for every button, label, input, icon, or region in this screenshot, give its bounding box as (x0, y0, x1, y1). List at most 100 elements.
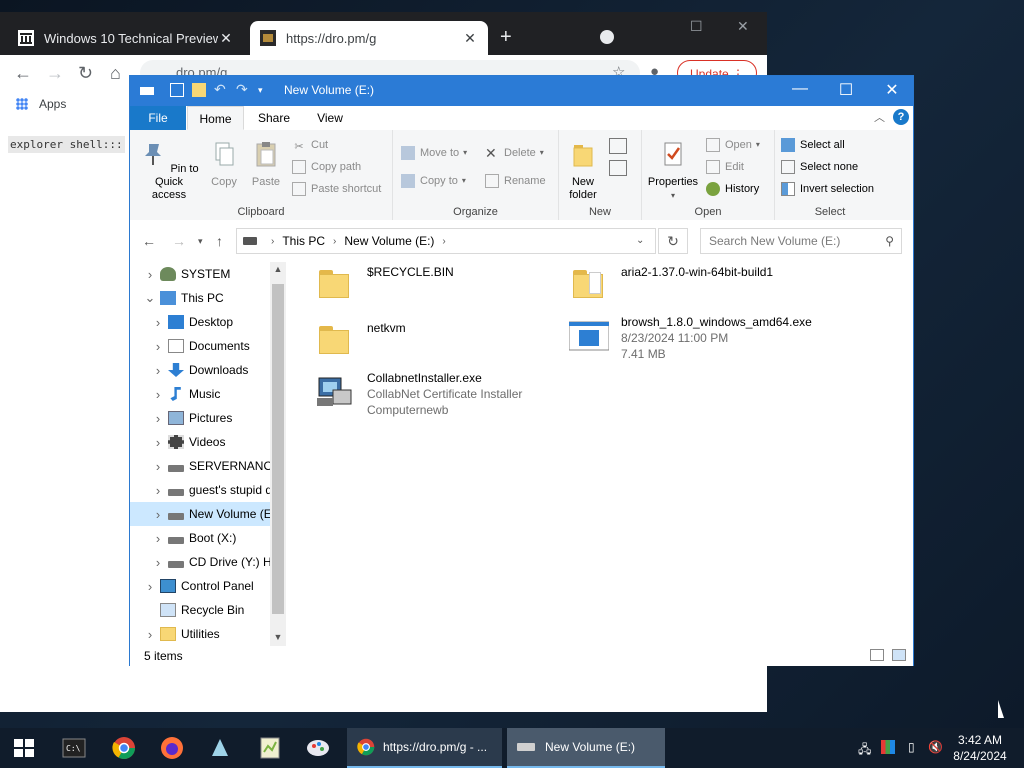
apps-bookmark[interactable]: Apps (39, 97, 66, 111)
windows-start-icon[interactable] (12, 736, 36, 760)
tree-item-pictures[interactable]: › Pictures (130, 406, 270, 430)
network-icon[interactable]: 🖧 (858, 740, 871, 761)
scroll-up-icon[interactable]: ▲ (270, 264, 286, 274)
back-icon[interactable]: ← (14, 63, 32, 84)
invert-selection-button[interactable]: Invert selection (781, 180, 874, 198)
paint-icon[interactable] (306, 736, 330, 760)
edit-button[interactable]: Edit (706, 158, 744, 176)
copy-path-button[interactable]: Copy path (292, 158, 361, 176)
close-tab-icon[interactable]: ✕ (462, 30, 478, 47)
maximize-icon[interactable]: ☐ (826, 80, 866, 100)
app-icon[interactable] (208, 736, 232, 760)
reload-icon[interactable]: ↻ (78, 63, 93, 84)
breadcrumb-chevron-icon[interactable]: › (442, 236, 445, 247)
ribbon-collapse-icon[interactable]: ︿ (874, 109, 885, 125)
tree-item-utilities[interactable]: › Utilities (130, 622, 270, 646)
tree-item-new-volume-e[interactable]: › New Volume (E (130, 502, 272, 526)
tab-file[interactable]: File (130, 106, 186, 130)
scroll-thumb[interactable] (272, 284, 284, 614)
chevron-right-icon[interactable]: › (152, 411, 164, 426)
chevron-right-icon[interactable]: › (152, 507, 164, 522)
breadcrumb-this-pc[interactable]: This PC (282, 234, 325, 248)
tree-item-servernano[interactable]: › SERVERNANO (130, 454, 273, 478)
tree-item-system[interactable]: › SYSTEM (130, 262, 270, 286)
pin-to-quick-access-button[interactable]: Pin to Quick access (136, 140, 202, 202)
delete-button[interactable]: ✕ Delete ▾ (485, 144, 544, 162)
tree-item-boot-x[interactable]: › Boot (X:) (130, 526, 270, 550)
chrome-icon[interactable] (112, 736, 136, 760)
tree-item-documents[interactable]: › Documents (130, 334, 270, 358)
chrome-close-icon[interactable]: ✕ (737, 18, 749, 35)
close-icon[interactable]: ✕ (872, 80, 912, 100)
chevron-right-icon[interactable]: › (152, 315, 164, 330)
scroll-down-icon[interactable]: ▼ (270, 632, 286, 642)
copy-button[interactable]: Copy (206, 140, 242, 189)
taskbar-explorer-task[interactable]: New Volume (E:) (507, 728, 665, 768)
easy-access-icon[interactable] (609, 160, 627, 176)
rename-button[interactable]: Rename (485, 172, 546, 190)
chevron-down-icon[interactable]: ⌄ (144, 290, 156, 306)
address-bar[interactable]: › This PC › New Volume (E:) › (236, 228, 656, 254)
address-dropdown-icon[interactable]: ⌄ (636, 235, 644, 246)
back-icon[interactable]: ← (142, 233, 156, 249)
chevron-right-icon[interactable]: › (152, 531, 164, 546)
close-tab-icon[interactable]: ✕ (218, 30, 234, 47)
help-icon[interactable]: ? (893, 109, 909, 125)
new-folder-button[interactable]: New folder (563, 140, 603, 202)
recent-locations-icon[interactable]: ▾ (198, 236, 203, 247)
chrome-tab-windows10[interactable]: Windows 10 Technical Preview (B ✕ (8, 21, 244, 55)
copy-to-button[interactable]: Copy to ▾ (401, 172, 466, 190)
chevron-right-icon[interactable]: › (152, 555, 164, 570)
refresh-button[interactable]: ↻ (658, 228, 688, 254)
details-view-icon[interactable] (870, 649, 884, 661)
explorer-titlebar[interactable]: ↶ ↷ ▾ New Volume (E:) — ☐ ✕ (130, 76, 913, 106)
chevron-right-icon[interactable]: › (152, 483, 164, 498)
home-icon[interactable]: ⌂ (110, 63, 121, 84)
chevron-right-icon[interactable]: › (144, 627, 156, 642)
new-tab-button[interactable]: + (500, 26, 512, 49)
chrome-maximize-icon[interactable]: ☐ (690, 18, 703, 35)
cut-button[interactable]: ✂ Cut (292, 136, 328, 154)
chevron-right-icon[interactable]: › (152, 459, 164, 474)
undo-icon[interactable]: ↶ (214, 81, 228, 97)
chrome-tab-dropm[interactable]: https://dro.pm/g ✕ (250, 21, 488, 55)
qat-customize-icon[interactable]: ▾ (258, 85, 272, 99)
tab-home[interactable]: Home (187, 106, 244, 130)
display-tray-icon[interactable] (881, 740, 895, 754)
forward-icon[interactable]: → (172, 233, 186, 249)
paste-button[interactable]: Paste (246, 140, 286, 189)
tree-item-videos[interactable]: › Videos (130, 430, 270, 454)
breadcrumb-chevron-icon[interactable]: › (333, 236, 336, 247)
select-none-button[interactable]: Select none (781, 158, 858, 176)
tree-item-control-panel[interactable]: › Control Panel (130, 574, 270, 598)
notepad-plus-plus-icon[interactable] (258, 736, 282, 760)
firefox-icon[interactable] (160, 736, 184, 760)
file-item[interactable]: $RECYCLE.BIN (315, 264, 454, 304)
file-item[interactable]: aria2-1.37.0-win-64bit-build1 (569, 264, 773, 304)
nav-scrollbar[interactable]: ▲ ▼ (270, 262, 286, 646)
redo-icon[interactable]: ↷ (236, 81, 250, 97)
new-folder-qat-icon[interactable] (192, 83, 206, 97)
tree-item-recycle-bin[interactable]: Recycle Bin (130, 598, 270, 622)
command-prompt-icon[interactable]: C:\ (62, 736, 86, 760)
chevron-right-icon[interactable]: › (152, 435, 164, 450)
tree-item-music[interactable]: › Music (130, 382, 270, 406)
chevron-right-icon[interactable]: › (152, 363, 164, 378)
forward-icon[interactable]: → (46, 63, 64, 84)
system-clock[interactable]: 3:42 AM 8/24/2024 (944, 732, 1016, 764)
tab-share[interactable]: Share (248, 106, 300, 130)
minimize-icon[interactable]: — (780, 80, 820, 98)
tab-search-icon[interactable] (600, 30, 614, 44)
chevron-right-icon[interactable]: › (152, 339, 164, 354)
properties-qat-icon[interactable] (170, 83, 184, 97)
tree-item-downloads[interactable]: › Downloads (130, 358, 270, 382)
chevron-right-icon[interactable]: › (144, 579, 156, 594)
move-to-button[interactable]: Move to ▾ (401, 144, 467, 162)
chevron-right-icon[interactable]: › (144, 267, 156, 282)
tree-item-guest-s-stupid-d[interactable]: › guest's stupid d (130, 478, 272, 502)
search-input[interactable]: Search New Volume (E:) ⚲ (700, 228, 902, 254)
tree-item-this-pc[interactable]: ⌄ This PC (130, 286, 270, 310)
paste-shortcut-button[interactable]: Paste shortcut (292, 180, 381, 198)
up-icon[interactable]: ↑ (216, 233, 223, 249)
breadcrumb-volume[interactable]: New Volume (E:) (344, 234, 434, 248)
